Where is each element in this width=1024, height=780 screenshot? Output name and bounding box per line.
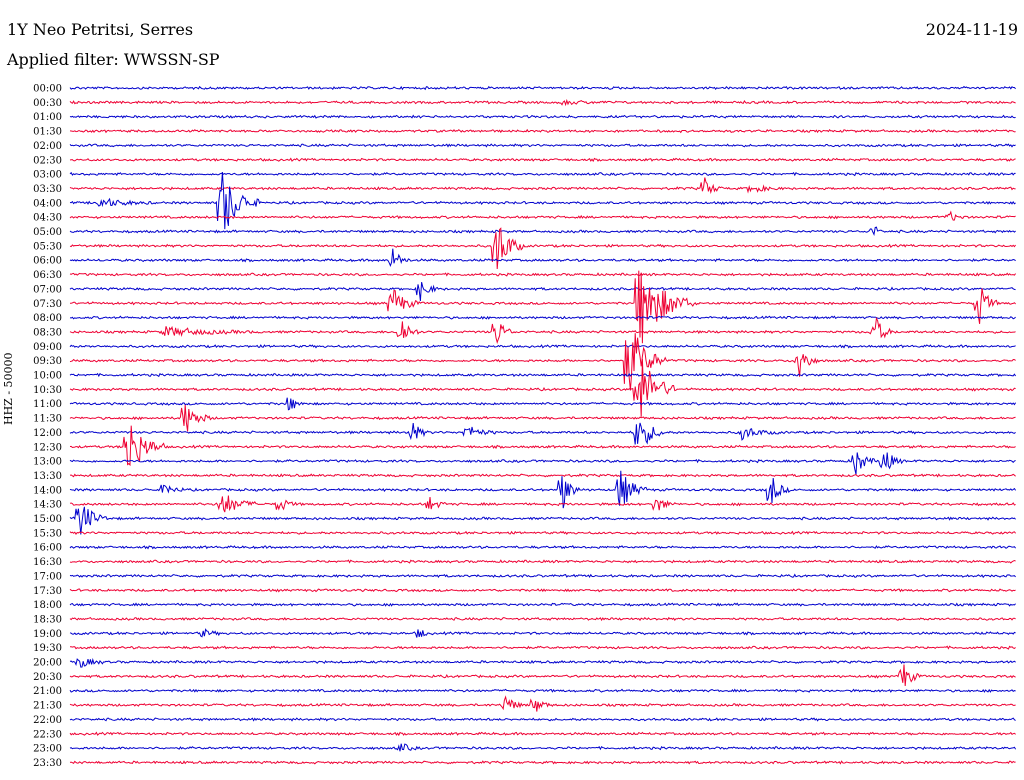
time-tick-label: 17:00 xyxy=(33,571,62,582)
trace-line xyxy=(69,422,1016,445)
trace-line xyxy=(69,171,1016,177)
trace-line xyxy=(69,171,1016,230)
trace-line xyxy=(69,281,1016,302)
time-tick-label: 02:00 xyxy=(33,141,62,152)
trace-line xyxy=(69,248,1016,267)
time-tick-label: 13:00 xyxy=(33,457,62,468)
trace-line xyxy=(69,506,1016,535)
trace-line xyxy=(69,85,1016,91)
trace-line xyxy=(69,226,1016,237)
time-tick-label: 05:00 xyxy=(33,227,62,238)
time-tick-label: 00:00 xyxy=(33,84,62,95)
trace-line xyxy=(69,688,1016,693)
time-tick-label: 14:00 xyxy=(33,485,62,496)
time-tick-label: 15:00 xyxy=(33,514,62,525)
trace-line xyxy=(69,128,1016,134)
time-tick-label: 16:00 xyxy=(33,543,62,554)
time-tick-label: 07:00 xyxy=(33,284,62,295)
time-tick-label: 17:30 xyxy=(33,586,62,597)
time-tick-label: 01:30 xyxy=(33,127,62,138)
time-tick-label: 09:00 xyxy=(33,342,62,353)
trace-line xyxy=(69,628,1016,638)
trace-line xyxy=(69,731,1016,737)
time-tick-label: 10:30 xyxy=(33,385,62,396)
trace-line xyxy=(69,559,1016,564)
trace-line xyxy=(69,616,1016,622)
trace-line xyxy=(69,588,1016,593)
trace-line xyxy=(69,530,1016,536)
time-tick-label: 11:30 xyxy=(33,414,62,425)
trace-line xyxy=(69,397,1017,411)
trace-line xyxy=(69,473,1016,478)
time-tick-label: 23:00 xyxy=(33,744,62,755)
time-tick-label: 21:00 xyxy=(33,686,62,697)
time-tick-label: 20:00 xyxy=(33,658,62,669)
trace-line xyxy=(69,143,1016,148)
trace-line xyxy=(69,98,1016,107)
trace-line xyxy=(69,333,1016,391)
trace-line xyxy=(69,114,1016,119)
trace-line xyxy=(69,316,1016,344)
trace-line xyxy=(69,272,1016,277)
time-tick-label: 08:00 xyxy=(33,313,62,324)
time-tick-label: 19:00 xyxy=(33,629,62,640)
time-tick-label: 02:30 xyxy=(33,155,62,166)
time-tick-label: 09:30 xyxy=(33,356,62,367)
time-tick-label: 19:30 xyxy=(33,643,62,654)
trace-line xyxy=(69,358,1016,417)
trace-line xyxy=(69,452,1016,475)
time-tick-label: 08:30 xyxy=(33,327,62,338)
trace-line xyxy=(69,210,1016,221)
trace-line xyxy=(69,404,1016,432)
trace-line xyxy=(69,743,1017,752)
time-tick-label: 00:30 xyxy=(33,98,62,109)
trace-line xyxy=(69,177,1016,195)
trace-line xyxy=(69,544,1016,550)
time-tick-label: 10:00 xyxy=(33,371,62,382)
seismogram-plot: 00:00 00:30 01:00 01:30 02:00 02:30 03:00 03:30… xyxy=(33,84,1017,769)
time-tick-label: 11:00 xyxy=(33,399,62,410)
time-tick-label: 05:30 xyxy=(33,241,62,252)
time-tick-label: 22:00 xyxy=(33,715,62,726)
time-tick-label: 15:30 xyxy=(33,528,62,539)
trace-line xyxy=(69,760,1016,765)
trace-line xyxy=(69,495,1016,513)
trace-line xyxy=(69,344,1016,349)
trace-line xyxy=(69,573,1016,579)
time-tick-label: 06:00 xyxy=(33,256,62,267)
time-tick-label: 04:30 xyxy=(33,213,62,224)
time-tick-label: 16:30 xyxy=(33,557,62,568)
trace-line xyxy=(69,157,1016,163)
time-tick-label: 18:00 xyxy=(33,600,62,611)
time-tick-label: 22:30 xyxy=(33,729,62,740)
trace-line xyxy=(70,645,1016,650)
trace-line xyxy=(69,695,1016,712)
time-tick-label: 01:00 xyxy=(33,112,62,123)
time-tick-label: 06:30 xyxy=(33,270,62,281)
time-tick-label: 04:00 xyxy=(33,198,62,209)
time-tick-label: 20:30 xyxy=(33,672,62,683)
trace-line xyxy=(69,602,1016,607)
trace-line xyxy=(69,657,1016,668)
trace-line xyxy=(69,664,1016,687)
time-tick-label: 03:00 xyxy=(33,170,62,181)
time-tick-label: 21:30 xyxy=(33,701,62,712)
trace-line xyxy=(69,717,1016,722)
time-tick-label: 03:30 xyxy=(33,184,62,195)
trace-line xyxy=(69,315,1016,320)
time-tick-label: 13:30 xyxy=(33,471,62,482)
time-tick-label: 12:00 xyxy=(33,428,62,439)
time-tick-label: 14:30 xyxy=(33,500,62,511)
time-tick-label: 23:30 xyxy=(33,758,62,769)
trace-line xyxy=(69,372,1017,378)
time-tick-label: 18:30 xyxy=(33,614,62,625)
time-tick-label: 07:30 xyxy=(33,299,62,310)
time-tick-label: 12:30 xyxy=(33,442,62,453)
